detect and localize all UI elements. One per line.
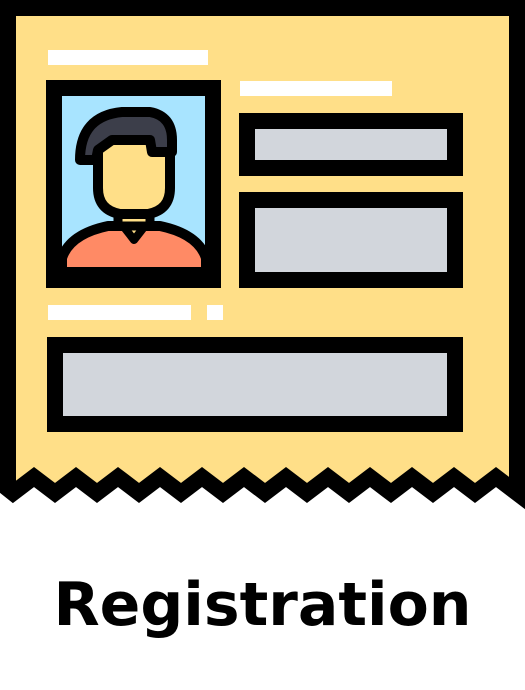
address-label-placeholder-line bbox=[48, 305, 191, 320]
details-field bbox=[239, 192, 463, 288]
registration-form-icon bbox=[0, 0, 525, 510]
caption-title: Registration bbox=[53, 570, 472, 640]
name-field bbox=[239, 113, 463, 176]
address-label-placeholder-dot bbox=[207, 305, 223, 320]
name-label-placeholder-line bbox=[240, 81, 392, 96]
heading-placeholder-line bbox=[48, 50, 208, 65]
address-field bbox=[47, 337, 463, 432]
